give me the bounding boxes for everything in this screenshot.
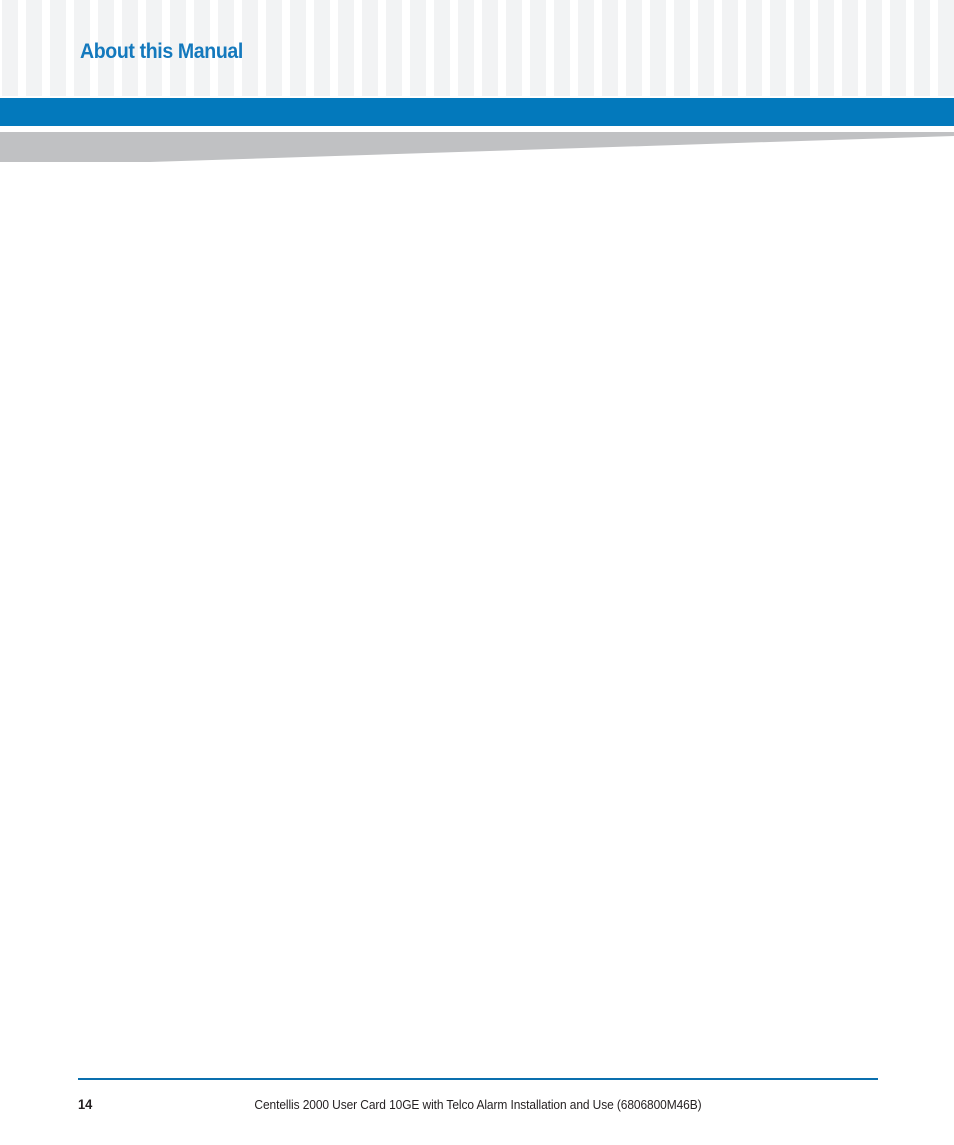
- page-header: About this Manual: [0, 0, 954, 98]
- page-content-area: [80, 180, 880, 1040]
- header-blue-bar: [0, 98, 954, 126]
- footer-divider-rule: [78, 1078, 878, 1080]
- footer-document-title: Centellis 2000 User Card 10GE with Telco…: [78, 1097, 878, 1112]
- footer-document-title-text: Centellis 2000 User Card 10GE with Telco…: [254, 1097, 702, 1112]
- document-page: About this Manual 14 Centellis 2000 User…: [0, 0, 954, 1145]
- header-gray-wedge: [0, 132, 954, 166]
- gray-wedge-shape: [0, 132, 954, 162]
- page-footer: 14 Centellis 2000 User Card 10GE with Te…: [0, 1078, 954, 1138]
- page-title: About this Manual: [80, 40, 243, 63]
